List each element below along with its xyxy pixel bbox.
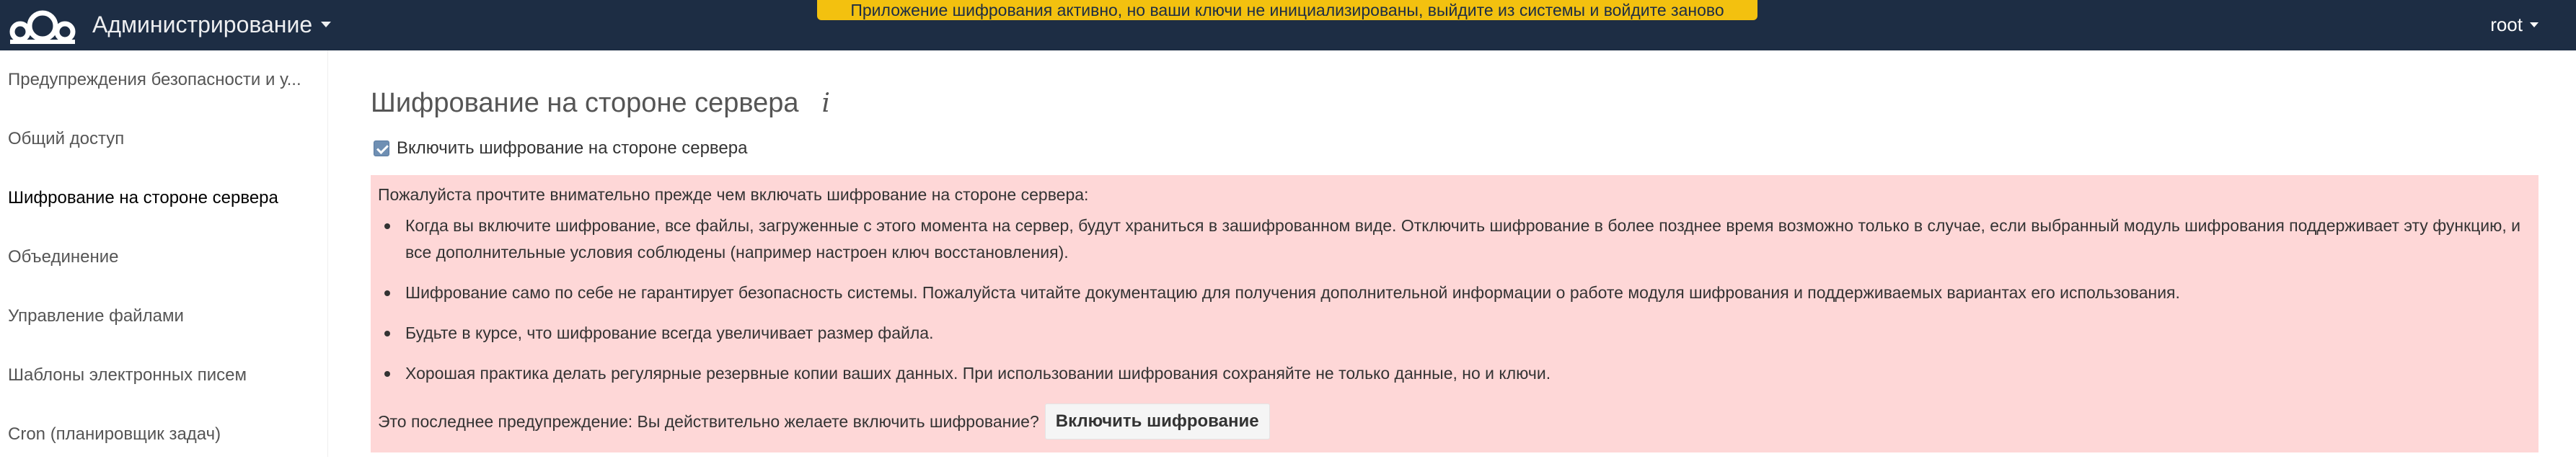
cloud-logo-icon[interactable] [6,4,79,46]
list-item: Шифрование само по себе не гарантирует б… [378,280,2527,306]
info-icon[interactable]: i [822,89,831,118]
encryption-notification: Приложение шифрования активно, но ваши к… [817,0,1757,20]
sidebar-item-label: Общий доступ [8,129,125,148]
sidebar-item-file-handling[interactable]: Управление файлами [0,287,328,346]
enable-encryption-button[interactable]: Включить шифрование [1044,403,1270,440]
final-warning-row: Это последнее предупреждение: Вы действи… [378,403,1270,440]
sidebar-item-label: Шифрование на стороне сервера [8,188,278,208]
sidebar-item-label: Cron (планировщик задач) [8,424,221,444]
user-name: root [2490,13,2523,35]
list-item: Будьте в курсе, что шифрование всегда ув… [378,320,2527,347]
warning-intro: Пожалуйста прочтите внимательно прежде ч… [378,185,1089,204]
sidebar-item-label: Управление файлами [8,306,184,326]
app-menu-toggle[interactable]: Администрирование [92,10,332,39]
sidebar-item-email-templates[interactable]: Шаблоны электронных писем [0,346,328,405]
sidebar-item-label: Объединение [8,247,119,267]
sidebar-item-cron[interactable]: Cron (планировщик задач) [0,405,328,464]
sidebar-item-label: Шаблоны электронных писем [8,365,247,385]
main-content: Шифрование на стороне сервера i Включить… [329,50,2576,457]
sidebar-item-server-side-encryption[interactable]: Шифрование на стороне сервера [0,169,328,228]
sidebar-item-federation[interactable]: Объединение [0,228,328,287]
list-item: Хорошая практика делать регулярные резер… [378,360,2527,387]
section-header: Шифрование на стороне сервера i [371,88,830,119]
sidebar-item-label: Предупреждения безопасности и у... [8,70,301,89]
warning-list: Когда вы включите шифрование, все файлы,… [378,213,2527,401]
enable-encryption-label[interactable]: Включить шифрование на стороне сервера [397,138,747,159]
enable-encryption-row[interactable]: Включить шифрование на стороне сервера [374,138,747,159]
user-menu[interactable]: root [2490,10,2538,39]
sidebar-item-security-warnings[interactable]: Предупреждения безопасности и у... [0,50,328,110]
caret-down-icon [321,22,332,27]
app-title: Администрирование [92,11,313,37]
caret-down-icon [2530,22,2538,27]
header-bar: Администрирование Приложение шифрования … [0,0,2576,50]
page-title: Шифрование на стороне сервера [371,88,799,118]
final-warning-text: Это последнее предупреждение: Вы действи… [378,411,1039,431]
enable-encryption-checkbox[interactable] [374,140,389,156]
encryption-warning-box: Пожалуйста прочтите внимательно прежде ч… [371,175,2538,452]
sidebar-item-sharing[interactable]: Общий доступ [0,110,328,169]
list-item: Когда вы включите шифрование, все файлы,… [378,213,2527,266]
settings-sidebar: Предупреждения безопасности и у... Общий… [0,50,328,457]
